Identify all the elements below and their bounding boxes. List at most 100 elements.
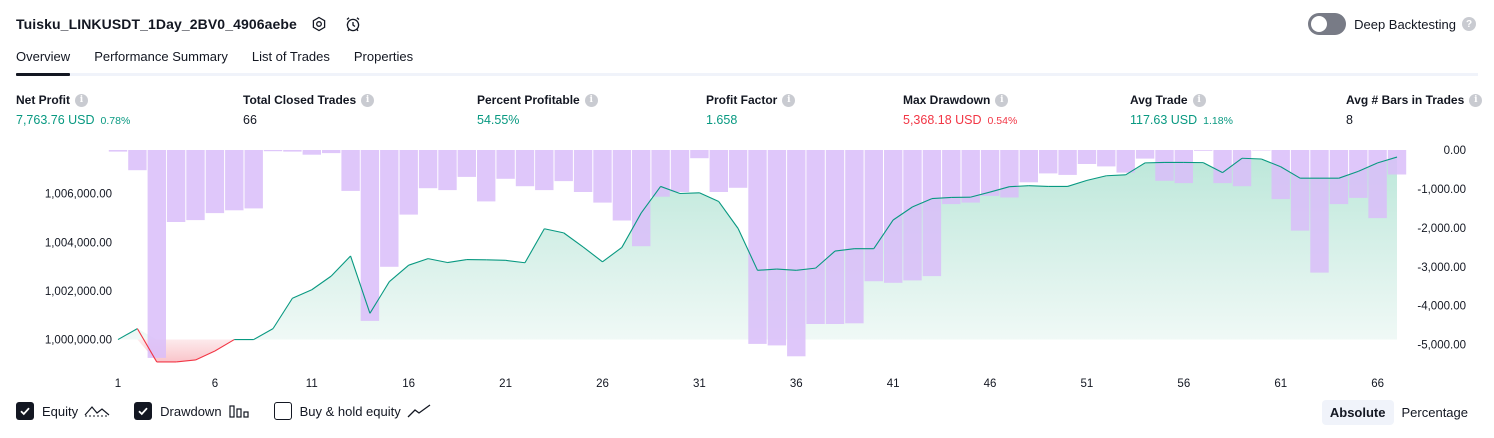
drawdown-bar xyxy=(593,150,612,203)
drawdown-bar xyxy=(1116,150,1135,173)
metric-value: 54.55% xyxy=(477,113,520,127)
x-axis-tick-label: 56 xyxy=(1177,378,1190,390)
drawdown-bar xyxy=(825,150,845,324)
percentage-button[interactable]: Percentage xyxy=(1394,400,1477,425)
drawdown-bar xyxy=(1077,150,1097,164)
legend-drawdown[interactable]: Drawdown xyxy=(134,402,249,420)
metric-value: 8 xyxy=(1346,113,1353,127)
metric-value: 5,368.18 USD xyxy=(903,113,982,127)
x-axis-tick-label: 51 xyxy=(1081,378,1094,390)
x-axis-tick-label: 21 xyxy=(499,378,512,390)
deep-backtesting-toggle[interactable] xyxy=(1308,13,1347,35)
drawdown-bar xyxy=(1290,150,1310,231)
right-axis-tick-label: -2,000.00 xyxy=(1417,223,1466,235)
drawdown-bar xyxy=(922,150,942,277)
right-axis-tick-label: 0.00 xyxy=(1444,145,1466,157)
left-axis-tick-label: 1,002,000.00 xyxy=(45,286,112,298)
metric-label: Profit Factor xyxy=(706,93,778,107)
drawdown-bar xyxy=(1135,150,1155,159)
drawdown-bar xyxy=(1155,150,1174,181)
legend-buy-hold[interactable]: Buy & hold equity xyxy=(273,402,431,420)
drawdown-bars-icon xyxy=(228,403,250,419)
drawdown-bar xyxy=(961,150,980,203)
settings-icon[interactable] xyxy=(307,12,331,36)
drawdown-bar xyxy=(399,150,418,215)
question-icon[interactable]: ? xyxy=(1462,17,1476,31)
left-axis: 1,000,000.00 1,002,000.00 1,004,000.00 1,00… xyxy=(45,189,112,347)
drawdown-bar xyxy=(728,150,748,188)
absolute-button[interactable]: Absolute xyxy=(1321,400,1394,425)
equity-drawdown-chart[interactable]: 1,000,000.00 1,002,000.00 1,004,000.00 1,00… xyxy=(0,140,1494,398)
legend-equity[interactable]: Equity xyxy=(16,402,110,420)
x-axis-tick-label: 6 xyxy=(212,378,218,390)
drawdown-bar xyxy=(942,150,961,205)
drawdown-bar xyxy=(864,150,883,282)
legend-label: Buy & hold equity xyxy=(299,403,401,419)
info-icon[interactable]: i xyxy=(584,93,598,107)
metrics-row: Net Profit i 7,763.76 USD 0.78% Total Clos… xyxy=(16,93,1483,133)
metric-profit-factor: Profit Factor i 1.658 xyxy=(706,93,796,127)
drawdown-bar xyxy=(1097,150,1116,167)
drawdown-bar xyxy=(903,150,922,281)
metric-percent: 1.18% xyxy=(1203,115,1233,127)
strategy-header: Tuisku_LINKUSDT_1Day_2BV0_4906aebe xyxy=(16,12,365,36)
equity-line-segment xyxy=(679,192,700,195)
right-axis-tick-label: -3,000.00 xyxy=(1417,262,1466,274)
left-axis-tick-label: 1,004,000.00 xyxy=(45,237,112,249)
drawdown-checkbox[interactable] xyxy=(134,402,153,420)
info-icon[interactable]: i xyxy=(75,93,88,107)
x-axis-tick-label: 41 xyxy=(887,378,900,390)
legend-label: Drawdown xyxy=(160,403,222,419)
left-axis-tick-label: 1,000,000.00 xyxy=(45,335,112,347)
metric-label: Avg Trade xyxy=(1130,93,1188,107)
alert-icon[interactable] xyxy=(341,12,365,36)
drawdown-bar xyxy=(1252,150,1271,151)
drawdown-bar xyxy=(341,150,360,191)
metric-percent: 0.78% xyxy=(100,115,131,127)
drawdown-bar xyxy=(612,150,632,221)
metric-net-profit: Net Profit i 7,763.76 USD 0.78% xyxy=(16,93,130,127)
drawdown-bar xyxy=(515,150,535,187)
drawdown-bar xyxy=(1368,150,1387,219)
drawdown-bar xyxy=(1019,150,1038,183)
drawdown-bar xyxy=(1232,150,1252,187)
metric-value: 1.658 xyxy=(706,113,738,127)
drawdown-bar xyxy=(670,150,690,192)
info-icon[interactable]: i xyxy=(1192,93,1206,107)
metric-percent-profitable: Percent Profitable i 54.55% xyxy=(477,93,598,127)
drawdown-bar xyxy=(205,150,225,214)
toggle-knob xyxy=(1311,16,1328,32)
buyhold-line-icon xyxy=(407,403,431,419)
tab-performance-summary[interactable]: Performance Summary xyxy=(94,46,228,73)
x-axis-tick-label: 16 xyxy=(402,378,415,390)
right-axis-tick-label: -1,000.00 xyxy=(1417,184,1466,196)
drawdown-bar xyxy=(980,150,1000,196)
drawdown-bar xyxy=(1194,150,1213,151)
drawdown-bar xyxy=(845,150,864,324)
drawdown-bar xyxy=(767,150,787,346)
drawdown-bar xyxy=(380,150,399,267)
drawdown-bar xyxy=(690,150,709,159)
drawdown-bar xyxy=(806,150,825,324)
equity-checkbox[interactable] xyxy=(16,402,34,420)
tab-list-of-trades[interactable]: List of Trades xyxy=(252,46,330,73)
x-axis-tick-label: 46 xyxy=(984,378,997,390)
right-axis-tick-label: -5,000.00 xyxy=(1417,340,1466,352)
buy-hold-checkbox[interactable] xyxy=(273,402,292,420)
chart-legend: Equity Drawdown Buy & hold equity xyxy=(16,402,455,420)
drawdown-bar xyxy=(651,150,670,197)
drawdown-bar xyxy=(322,150,341,154)
metric-value: 66 xyxy=(243,113,257,127)
display-mode-switch: Absolute Percentage xyxy=(1321,400,1477,425)
x-axis: 1 6 11 16 21 26 31 36 41 46 51 56 61 66 xyxy=(115,378,1384,390)
drawdown-bar xyxy=(225,150,244,211)
info-icon[interactable]: i xyxy=(995,93,1009,107)
x-axis-tick-label: 1 xyxy=(115,378,121,390)
tab-properties[interactable]: Properties xyxy=(354,46,413,73)
right-axis: 0.00 -1,000.00 -2,000.00 -3,000.00 -4,000.00… xyxy=(1417,145,1466,352)
info-icon[interactable]: i xyxy=(782,93,796,107)
metric-label: Percent Profitable xyxy=(477,93,580,107)
info-icon[interactable]: i xyxy=(361,93,375,107)
info-icon[interactable]: i xyxy=(1469,93,1483,107)
tab-overview[interactable]: Overview xyxy=(16,46,71,76)
